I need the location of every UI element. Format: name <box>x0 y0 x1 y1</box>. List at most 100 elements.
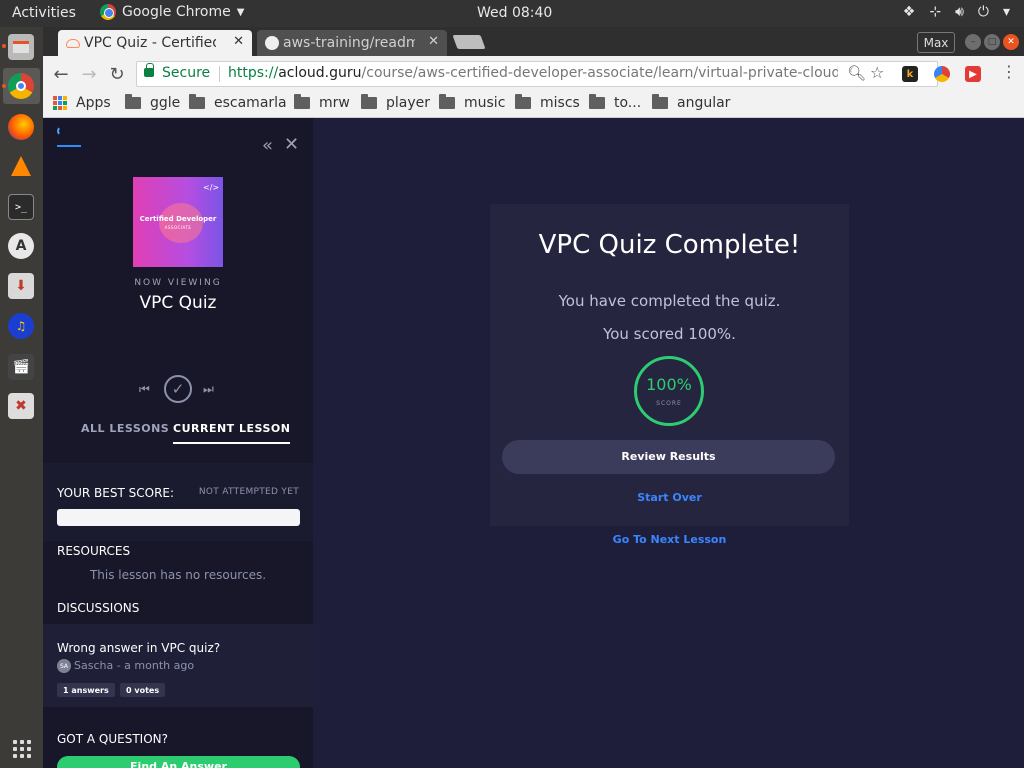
bookmark-apps[interactable]: Apps <box>53 95 111 111</box>
browser-toolbar: ← → ↻ Secure https://acloud.guru/course/… <box>43 56 1024 92</box>
bookmark-escamarla[interactable]: escamarla <box>189 94 287 111</box>
folder-icon <box>125 94 141 109</box>
apps-grid-icon <box>53 96 67 110</box>
vlc-icon[interactable] <box>8 153 34 179</box>
find-answer-button[interactable]: Find An Answer <box>57 756 300 768</box>
show-applications-icon[interactable] <box>13 740 31 758</box>
quiz-complete-heading: VPC Quiz Complete! <box>538 230 801 260</box>
clock[interactable]: Wed 08:40 <box>477 5 552 21</box>
running-indicator <box>2 84 6 88</box>
bookmark-star-icon[interactable]: ☆ <box>870 63 884 82</box>
folder-icon <box>589 94 605 109</box>
bookmark-angular[interactable]: angular <box>652 94 730 111</box>
tab-aws-training[interactable]: aws-training/readme ✕ <box>257 30 447 56</box>
files-icon[interactable] <box>8 34 34 60</box>
collapse-sidebar-icon[interactable]: « <box>262 135 273 156</box>
course-thumbnail: </> Certified Developer ASSOCIATE <box>133 177 223 267</box>
back-arrow-icon[interactable]: ← <box>50 63 72 85</box>
bookmark-miscs[interactable]: miscs <box>515 94 580 111</box>
settings-tools-icon[interactable]: ✖ <box>8 393 34 419</box>
bookmark-mrw[interactable]: mrw <box>294 94 350 111</box>
discussion-author: Sascha - a month ago <box>74 659 195 672</box>
score-label: SCORE <box>656 400 682 407</box>
got-a-question-heading: GOT A QUESTION? <box>57 732 168 746</box>
ubuntu-top-bar: Activities Google Chrome ▼ Wed 08:40 ❖ ⊹… <box>0 0 1024 27</box>
tab-current-lesson[interactable]: CURRENT LESSON <box>173 422 291 444</box>
media-extension-icon[interactable]: ▶ <box>965 66 981 82</box>
github-icon <box>265 36 279 50</box>
chrome-launcher-icon[interactable] <box>8 73 34 99</box>
close-window-button[interactable]: ✕ <box>1003 34 1019 50</box>
code-icon: </> <box>203 183 220 192</box>
lesson-title: VPC Quiz <box>139 293 217 313</box>
close-icon[interactable]: ✕ <box>428 34 439 49</box>
downloader-icon[interactable]: ⬇ <box>8 273 34 299</box>
best-score-panel: YOUR BEST SCORE: NOT ATTEMPTED YET <box>43 463 313 541</box>
score-ring: 100% SCORE <box>634 356 704 426</box>
minimize-button[interactable]: – <box>965 34 981 50</box>
chevron-down-icon[interactable]: ▾ <box>1003 4 1010 20</box>
lock-icon <box>144 63 154 77</box>
close-sidebar-icon[interactable]: ✕ <box>284 134 299 155</box>
previous-lesson-icon[interactable]: ⏮ <box>139 382 150 397</box>
address-bar[interactable]: Secure https://acloud.guru/course/aws-ce… <box>136 61 938 87</box>
quiz-complete-card: VPC Quiz Complete! You have completed th… <box>490 204 849 526</box>
app-name: Google Chrome <box>122 4 231 20</box>
terminal-icon[interactable]: >_ <box>8 194 34 220</box>
headphones-icon[interactable]: ♫ <box>8 313 34 339</box>
chrome-menu-icon[interactable]: ⋮ <box>1001 64 1017 80</box>
zoom-icon[interactable]: 🔍︎ <box>847 64 866 82</box>
running-indicator <box>2 44 6 48</box>
volume-icon[interactable]: 🔊︎ <box>955 4 964 20</box>
video-editor-icon[interactable]: 🎬︎ <box>8 354 34 380</box>
discussion-item[interactable]: Wrong answer in VPC quiz? SA Sascha - a … <box>43 624 313 707</box>
thumbnail-subtitle: ASSOCIATE <box>164 225 192 230</box>
power-icon[interactable]: ⏻ <box>978 4 989 20</box>
color-extension-icon[interactable] <box>934 66 950 82</box>
loading-bar <box>57 145 81 147</box>
folder-icon <box>294 94 310 109</box>
forward-arrow-icon[interactable]: → <box>78 63 100 85</box>
url-text[interactable]: https://acloud.guru/course/aws-certified… <box>228 65 838 81</box>
go-to-next-lesson-link[interactable]: Go To Next Lesson <box>490 533 849 546</box>
best-score-status: NOT ATTEMPTED YET <box>198 487 299 497</box>
tab-vpc-quiz[interactable]: VPC Quiz - Certified ✕ <box>58 30 252 56</box>
bookmarks-bar: Apps ggle escamarla mrw player music mis… <box>43 92 1024 118</box>
maximize-button[interactable]: □ <box>984 34 1000 50</box>
dropbox-icon[interactable]: ❖ <box>903 4 916 20</box>
tab-strip: VPC Quiz - Certified ✕ aws-training/read… <box>43 27 1024 56</box>
network-icon[interactable]: ⊹ <box>929 4 941 20</box>
secure-label[interactable]: Secure <box>162 65 210 81</box>
bookmark-ggle[interactable]: ggle <box>125 94 180 111</box>
completed-text: You have completed the quiz. <box>558 292 781 310</box>
firefox-icon[interactable] <box>8 114 34 140</box>
answers-badge: 1 answers <box>57 683 115 697</box>
reload-icon[interactable]: ↻ <box>106 63 128 85</box>
system-tray[interactable]: ❖ ⊹ 🔊︎ ⏻ ▾ <box>903 4 1010 20</box>
next-lesson-icon[interactable]: ⏭ <box>203 382 214 397</box>
lesson-controls: ⏮ ✓ ⏭ <box>139 375 219 405</box>
bookmark-to[interactable]: to... <box>589 94 641 111</box>
tab-all-lessons[interactable]: ALL LESSONS <box>81 422 169 435</box>
review-results-button[interactable]: Review Results <box>502 440 835 474</box>
new-tab-button[interactable] <box>452 35 486 49</box>
folder-icon <box>439 94 455 109</box>
software-updater-icon[interactable]: A <box>8 233 34 259</box>
discussion-question[interactable]: Wrong answer in VPC quiz? <box>57 641 220 655</box>
start-over-link[interactable]: Start Over <box>490 491 849 504</box>
divider <box>219 66 220 82</box>
loading-spinner-icon <box>57 126 67 136</box>
activities-button[interactable]: Activities <box>12 5 76 21</box>
folder-icon <box>361 94 377 109</box>
bookmark-player[interactable]: player <box>361 94 430 111</box>
max-button[interactable]: Max <box>917 32 955 53</box>
k-extension-icon[interactable]: k <box>902 66 918 82</box>
cloud-icon <box>66 39 80 48</box>
web-page: « ✕ </> Certified Developer ASSOCIATE NO… <box>43 118 1024 768</box>
mark-complete-check-icon[interactable]: ✓ <box>164 375 192 403</box>
bookmark-music[interactable]: music <box>439 94 505 111</box>
app-menu[interactable]: Google Chrome ▼ <box>100 4 244 20</box>
close-icon[interactable]: ✕ <box>233 34 244 49</box>
chrome-icon <box>100 4 116 20</box>
score-text: You scored 100%. <box>603 325 736 343</box>
